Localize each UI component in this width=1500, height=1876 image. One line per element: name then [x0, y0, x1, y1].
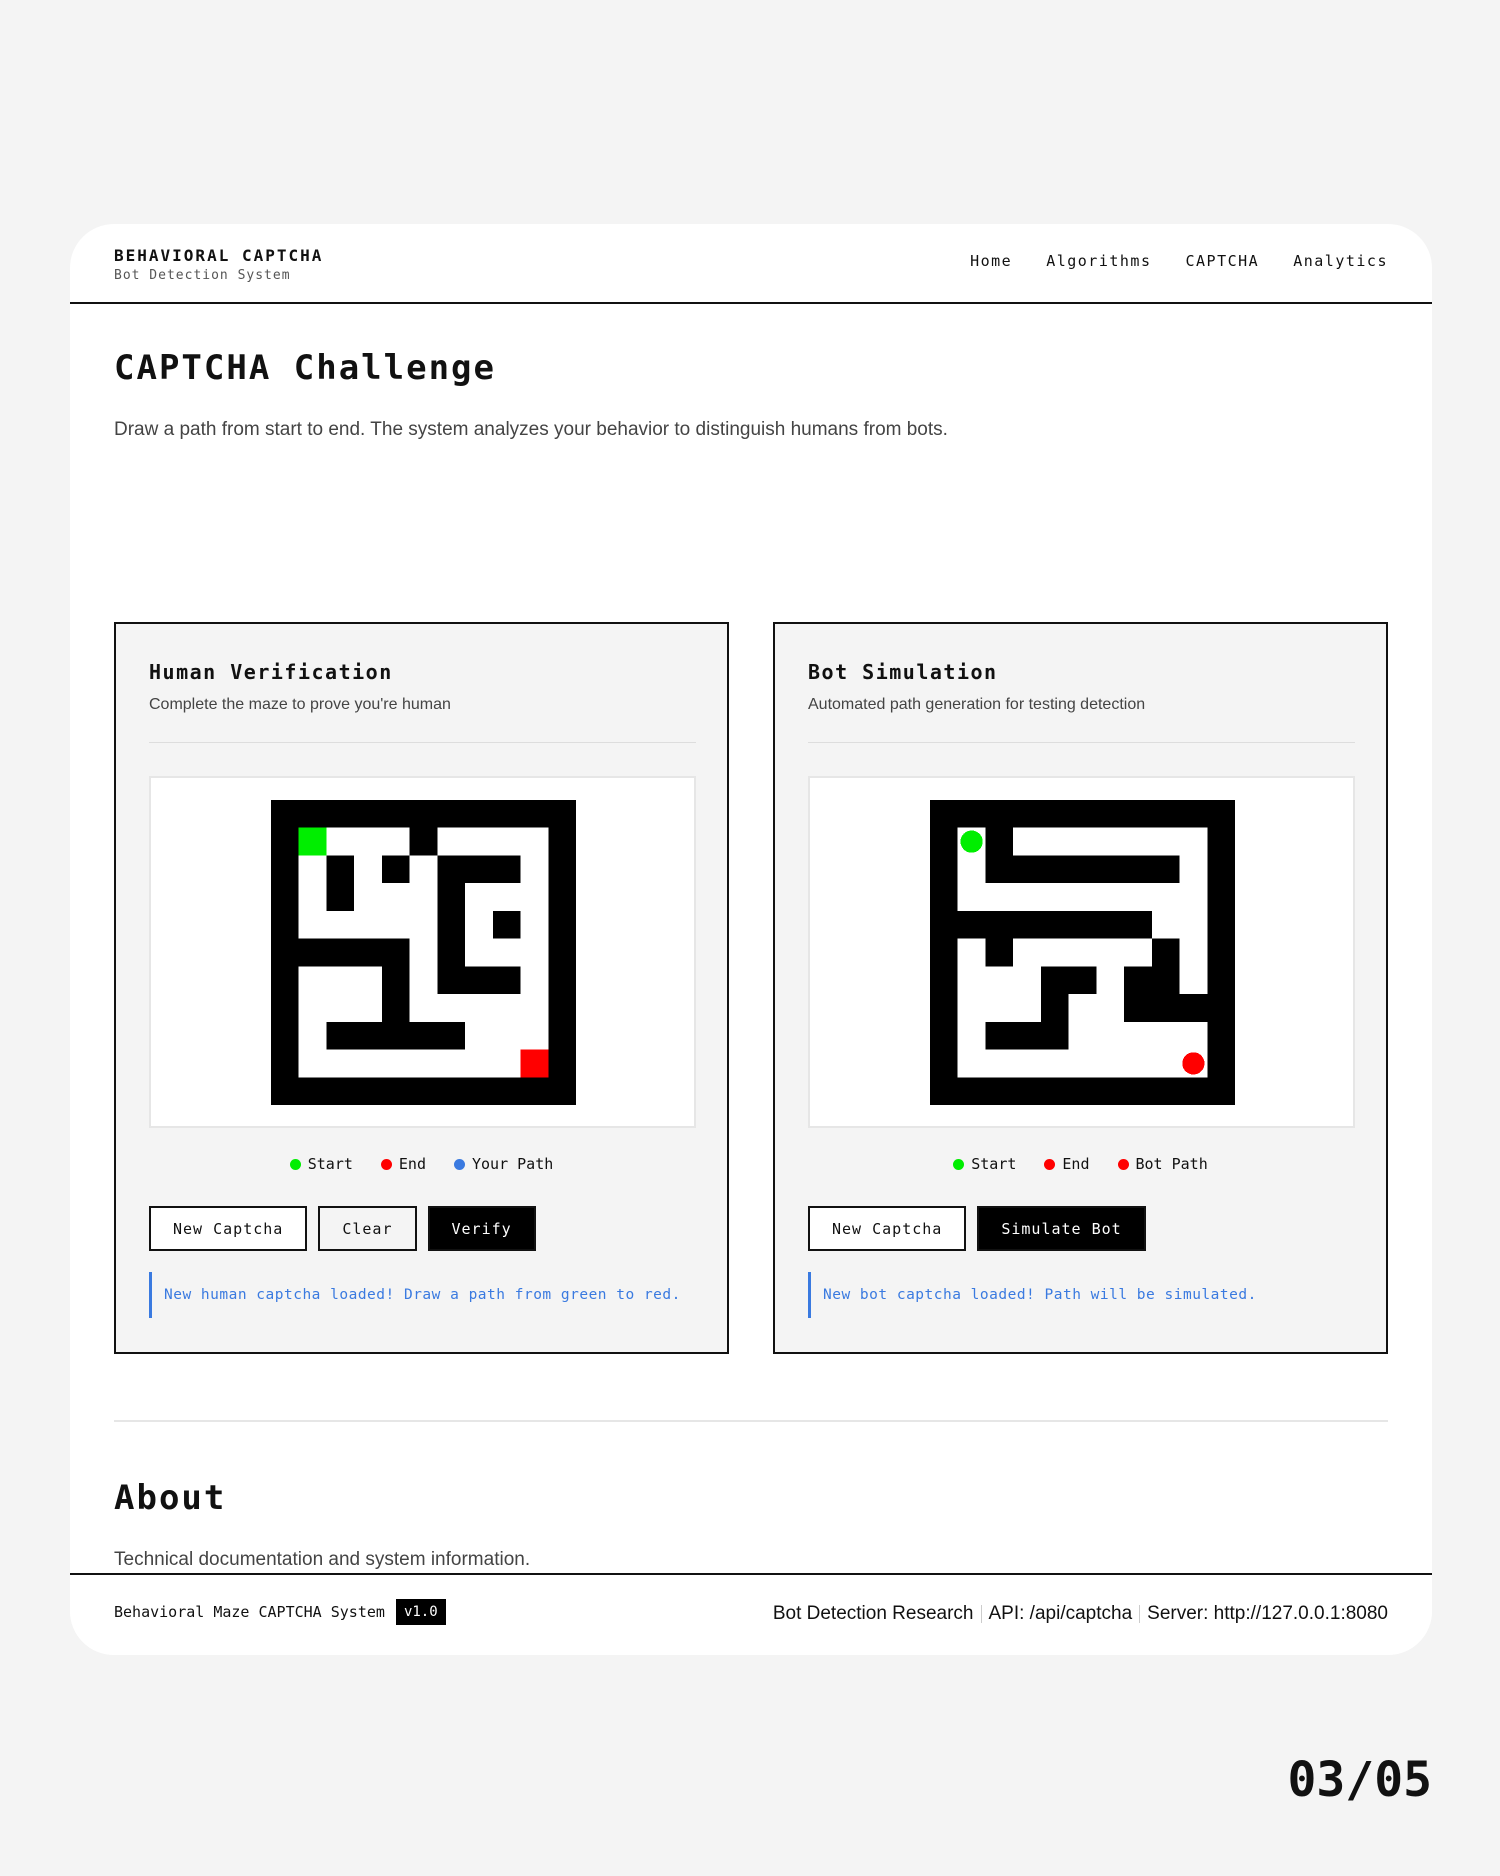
human-maze-canvas[interactable]	[149, 776, 696, 1128]
panel-subtitle: Complete the maze to prove you're human	[149, 696, 451, 713]
footer-left: Behavioral Maze CAPTCHA System v1.0	[114, 1599, 446, 1625]
red-dot-icon	[1044, 1158, 1056, 1170]
about-section-description: Technical documentation and system infor…	[114, 1549, 531, 1570]
brand-subtitle: Bot Detection System	[114, 268, 291, 283]
new-captcha-button[interactable]: New Captcha	[149, 1206, 308, 1251]
legend-end-label: End	[398, 1155, 426, 1173]
simulate-bot-button[interactable]: Simulate Bot	[977, 1206, 1146, 1251]
human-button-row: New Captcha Clear Verify	[149, 1206, 536, 1251]
legend-start: Start	[953, 1155, 1016, 1173]
nav-analytics[interactable]: Analytics	[1293, 252, 1388, 270]
human-maze[interactable]	[271, 800, 576, 1105]
divider	[149, 742, 696, 743]
human-legend: Start End Your Path	[116, 1155, 727, 1173]
version-badge: v1.0	[395, 1599, 446, 1625]
end-marker	[1182, 1052, 1205, 1075]
green-dot-icon	[953, 1158, 965, 1170]
legend-path: Bot Path	[1117, 1155, 1208, 1173]
legend-path-label: Your Path	[471, 1155, 554, 1173]
nav-algorithms[interactable]: Algorithms	[1046, 252, 1151, 270]
bot-simulation-panel: Bot Simulation Automated path generation…	[773, 622, 1388, 1354]
green-dot-icon	[289, 1158, 301, 1170]
footer-right: Bot Detection Research API: /api/captcha…	[773, 1603, 1388, 1625]
bot-maze-canvas	[808, 776, 1355, 1128]
red-dot-icon	[380, 1158, 392, 1170]
divider	[808, 742, 1355, 743]
top-header: BEHAVIORAL CAPTCHA Bot Detection System …	[70, 224, 1432, 304]
footer-separator	[1139, 1605, 1141, 1623]
captcha-section-description: Draw a path from start to end. The syste…	[114, 419, 948, 440]
legend-end: End	[1044, 1155, 1090, 1173]
brand-title: BEHAVIORAL CAPTCHA	[114, 246, 324, 265]
red-dot-icon	[1117, 1158, 1129, 1170]
footer-system-name: Behavioral Maze CAPTCHA System	[114, 1603, 385, 1621]
clear-button[interactable]: Clear	[318, 1206, 417, 1251]
bot-legend: Start End Bot Path	[775, 1155, 1386, 1173]
bot-status-message: New bot captcha loaded! Path will be sim…	[808, 1272, 1257, 1318]
blue-dot-icon	[453, 1158, 465, 1170]
legend-path-label: Bot Path	[1135, 1155, 1208, 1173]
bot-button-row: New Captcha Simulate Bot	[808, 1206, 1146, 1251]
legend-path: Your Path	[453, 1155, 554, 1173]
legend-start-label: Start	[971, 1155, 1017, 1173]
human-status-message: New human captcha loaded! Draw a path fr…	[149, 1272, 681, 1318]
legend-start: Start	[289, 1155, 353, 1173]
panel-subtitle: Automated path generation for testing de…	[808, 696, 1146, 713]
verify-button[interactable]: Verify	[427, 1206, 536, 1251]
about-section-title: About	[114, 1478, 227, 1518]
legend-end-label: End	[1062, 1155, 1090, 1173]
panel-title: Bot Simulation	[808, 660, 998, 684]
start-marker	[960, 830, 983, 853]
footer-separator	[980, 1605, 982, 1623]
panel-title: Human Verification	[149, 660, 393, 684]
human-verification-panel: Human Verification Complete the maze to …	[114, 622, 729, 1354]
captcha-section-title: CAPTCHA Challenge	[114, 348, 496, 388]
footer: Behavioral Maze CAPTCHA System v1.0 Bot …	[70, 1573, 1432, 1655]
end-marker	[520, 1049, 549, 1078]
start-marker	[298, 827, 327, 856]
brand[interactable]: BEHAVIORAL CAPTCHA Bot Detection System	[114, 246, 323, 283]
footer-api: API: /api/captcha	[988, 1603, 1133, 1624]
page-counter: 03/05	[1287, 1752, 1433, 1808]
app-window: BEHAVIORAL CAPTCHA Bot Detection System …	[70, 224, 1432, 1655]
main-nav: Home Algorithms CAPTCHA Analytics	[970, 252, 1388, 270]
section-divider	[114, 1420, 1388, 1422]
footer-server: Server: http://127.0.0.1:8080	[1147, 1603, 1388, 1624]
bot-maze	[930, 800, 1235, 1105]
nav-home[interactable]: Home	[970, 252, 1012, 270]
footer-research: Bot Detection Research	[772, 1603, 974, 1624]
legend-end: End	[380, 1155, 426, 1173]
new-captcha-button[interactable]: New Captcha	[808, 1206, 967, 1251]
nav-captcha[interactable]: CAPTCHA	[1186, 252, 1260, 270]
legend-start-label: Start	[307, 1155, 353, 1173]
